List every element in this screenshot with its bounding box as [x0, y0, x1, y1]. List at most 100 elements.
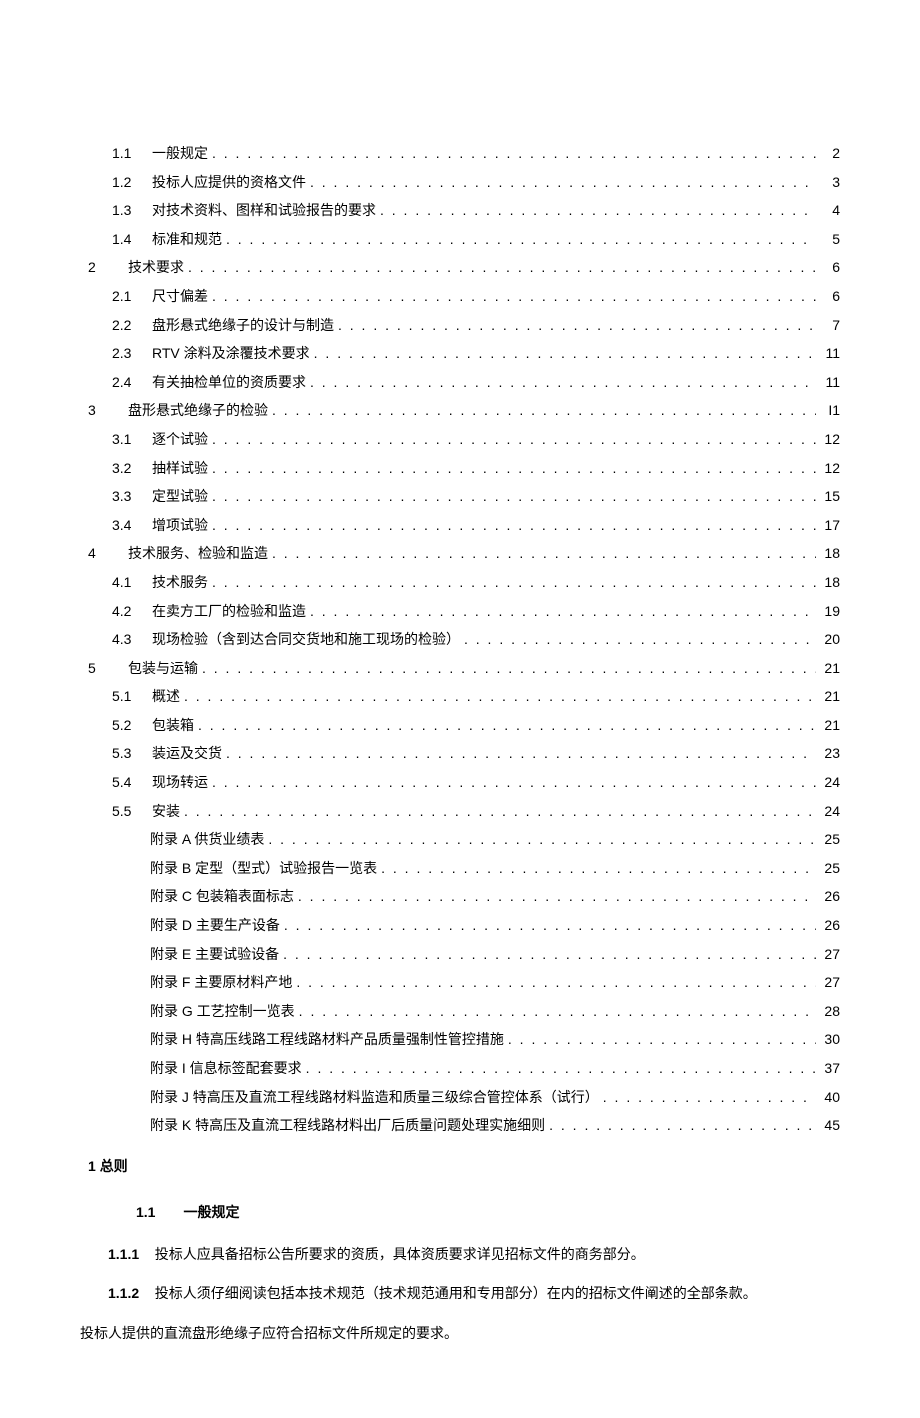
toc-entry[interactable]: 5.1 概述 21 [80, 683, 840, 710]
toc-leader-dots [380, 197, 816, 224]
section-num: 1 [88, 1158, 96, 1174]
toc-entry[interactable]: 2技术要求6 [80, 254, 840, 281]
toc-entry[interactable]: 附录 F 主要原材料产地27 [80, 969, 840, 996]
paragraph-body: 投标人提供的直流盘形绝缘子应符合招标文件所规定的要求。 [80, 1319, 840, 1348]
toc-entry[interactable]: 附录 A 供货业绩表 25 [80, 826, 840, 853]
toc-leader-dots [338, 312, 816, 339]
toc-entry[interactable]: 2.1尺寸偏差6 [80, 283, 840, 310]
toc-title: 增项试验 [152, 512, 208, 539]
toc-entry[interactable]: 附录 B 定型（型式）试验报告一览表25 [80, 855, 840, 882]
toc-leader-dots [272, 397, 816, 424]
toc-page-number: 24 [820, 769, 840, 796]
toc-title: 附录 F 主要原材料产地 [150, 969, 292, 996]
toc-page-number: 15 [820, 483, 840, 510]
toc-leader-dots [508, 1026, 816, 1053]
toc-entry[interactable]: 5.2包装箱21 [80, 712, 840, 739]
toc-title: 附录 A 供货业绩表 [150, 826, 264, 853]
toc-number: 2.4 [112, 369, 136, 396]
toc-entry[interactable]: 2.3RTV 涂料及涂覆技术要求11 [80, 340, 840, 367]
toc-entry[interactable]: 2.2盘形悬式绝缘子的设计与制造7 [80, 312, 840, 339]
toc-number: 3.3 [112, 483, 136, 510]
subsection-heading-1-1: 1.1 一般规定 [136, 1199, 840, 1226]
toc-page-number: 2 [820, 140, 840, 167]
para-text: 投标人应具备招标公告所要求的资质，具体资质要求详见招标文件的商务部分。 [155, 1246, 645, 1262]
toc-entry[interactable]: 附录 K 特高压及直流工程线路材料出厂后质量问题处理实施细则45 [80, 1112, 840, 1139]
toc-entry[interactable]: 2.4有关抽检单位的资质要求11 [80, 369, 840, 396]
toc-entry[interactable]: 3 盘形悬式绝缘子的检验 I1 [80, 397, 840, 424]
toc-leader-dots [226, 226, 816, 253]
toc-title: 概述 [152, 683, 180, 710]
toc-leader-dots [268, 826, 816, 853]
toc-number: 3.2 [112, 455, 136, 482]
toc-title: 盘形悬式绝缘子的检验 [128, 397, 268, 424]
toc-leader-dots [381, 855, 816, 882]
toc-entry[interactable]: 1.2投标人应提供的资格文件3 [80, 169, 840, 196]
toc-number: 5.5 [112, 798, 136, 825]
toc-title: 附录 H 特高压线路工程线路材料产品质量强制性管控措施 [150, 1026, 504, 1053]
toc-number: 5.2 [112, 712, 136, 739]
toc-entry[interactable]: 附录 I 信息标签配套要求37 [80, 1055, 840, 1082]
toc-leader-dots [184, 683, 816, 710]
toc-page-number: 6 [820, 254, 840, 281]
toc-page-number: 21 [820, 655, 840, 682]
toc-entry[interactable]: 4技术服务、检验和监造18 [80, 540, 840, 567]
toc-number: 4.2 [112, 598, 136, 625]
toc-leader-dots [299, 998, 816, 1025]
toc-title: 在卖方工厂的检验和监造 [152, 598, 306, 625]
toc-number: 1.1 [112, 140, 136, 167]
toc-entry[interactable]: 3.3定型试验15 [80, 483, 840, 510]
toc-entry[interactable]: 附录 H 特高压线路工程线路材料产品质量强制性管控措施30 [80, 1026, 840, 1053]
toc-leader-dots [284, 912, 816, 939]
toc-entry[interactable]: 附录 C 包装箱表面标志26 [80, 883, 840, 910]
toc-title: 附录 K 特高压及直流工程线路材料出厂后质量问题处理实施细则 [150, 1112, 545, 1139]
toc-entry[interactable]: 1.1 一般规定 2 [80, 140, 840, 167]
toc-entry[interactable]: 5.5安装24 [80, 798, 840, 825]
toc-title: 对技术资料、图样和试验报告的要求 [152, 197, 376, 224]
toc-page-number: 11 [820, 369, 840, 396]
toc-title: 附录 E 主要试验设备 [150, 941, 279, 968]
toc-entry[interactable]: 4.1技术服务18 [80, 569, 840, 596]
toc-page-number: 21 [820, 683, 840, 710]
toc-leader-dots [306, 1055, 816, 1082]
toc-leader-dots [314, 340, 816, 367]
toc-page-number: 11 [820, 340, 840, 367]
toc-leader-dots [298, 883, 816, 910]
toc-page-number: 20 [820, 626, 840, 653]
toc-leader-dots [202, 655, 816, 682]
toc-number: 2.3 [112, 340, 136, 367]
toc-entry[interactable]: 1.4标准和规范5 [80, 226, 840, 253]
toc-entry[interactable]: 附录 J 特高压及直流工程线路材料监造和质量三级综合管控体系（试行）40 [80, 1084, 840, 1111]
toc-title: 尺寸偏差 [152, 283, 208, 310]
toc-entry[interactable]: 附录 G 工艺控制一览表28 [80, 998, 840, 1025]
toc-entry[interactable]: 1.3对技术资料、图样和试验报告的要求4 [80, 197, 840, 224]
toc-entry[interactable]: 5.4 现场转运 24 [80, 769, 840, 796]
toc-number: 3 [88, 397, 112, 424]
toc-title: 包装与运输 [128, 655, 198, 682]
toc-page-number: 25 [820, 855, 840, 882]
toc-number: 2 [88, 254, 112, 281]
toc-entry[interactable]: 5.3装运及交货23 [80, 740, 840, 767]
para-num: 1.1.2 [108, 1285, 139, 1301]
toc-page-number: 25 [820, 826, 840, 853]
toc-entry[interactable]: 3.2抽样试验12 [80, 455, 840, 482]
toc-entry[interactable]: 4.3现场检验（含到达合同交货地和施工现场的检验）20 [80, 626, 840, 653]
toc-page-number: 12 [820, 426, 840, 453]
toc-title: 技术服务、检验和监造 [128, 540, 268, 567]
toc-title: 现场转运 [152, 769, 208, 796]
toc-title: 抽样试验 [152, 455, 208, 482]
toc-leader-dots [212, 426, 816, 453]
toc-number: 5.1 [112, 683, 136, 710]
toc-title: 一般规定 [152, 140, 208, 167]
toc-entry[interactable]: 3.1逐个试验12 [80, 426, 840, 453]
toc-entry[interactable]: 附录 D 主要生产设备26 [80, 912, 840, 939]
toc-leader-dots [212, 769, 816, 796]
toc-page-number: 27 [820, 941, 840, 968]
toc-number: 5.4 [112, 769, 136, 796]
toc-entry[interactable]: 5 包装与运输 21 [80, 655, 840, 682]
toc-entry[interactable]: 3.4增项试验17 [80, 512, 840, 539]
toc-entry[interactable]: 附录 E 主要试验设备 27 [80, 941, 840, 968]
toc-number: 5 [88, 655, 112, 682]
toc-title: 逐个试验 [152, 426, 208, 453]
toc-entry[interactable]: 4.2在卖方工厂的检验和监造19 [80, 598, 840, 625]
toc-page-number: I1 [820, 397, 840, 424]
